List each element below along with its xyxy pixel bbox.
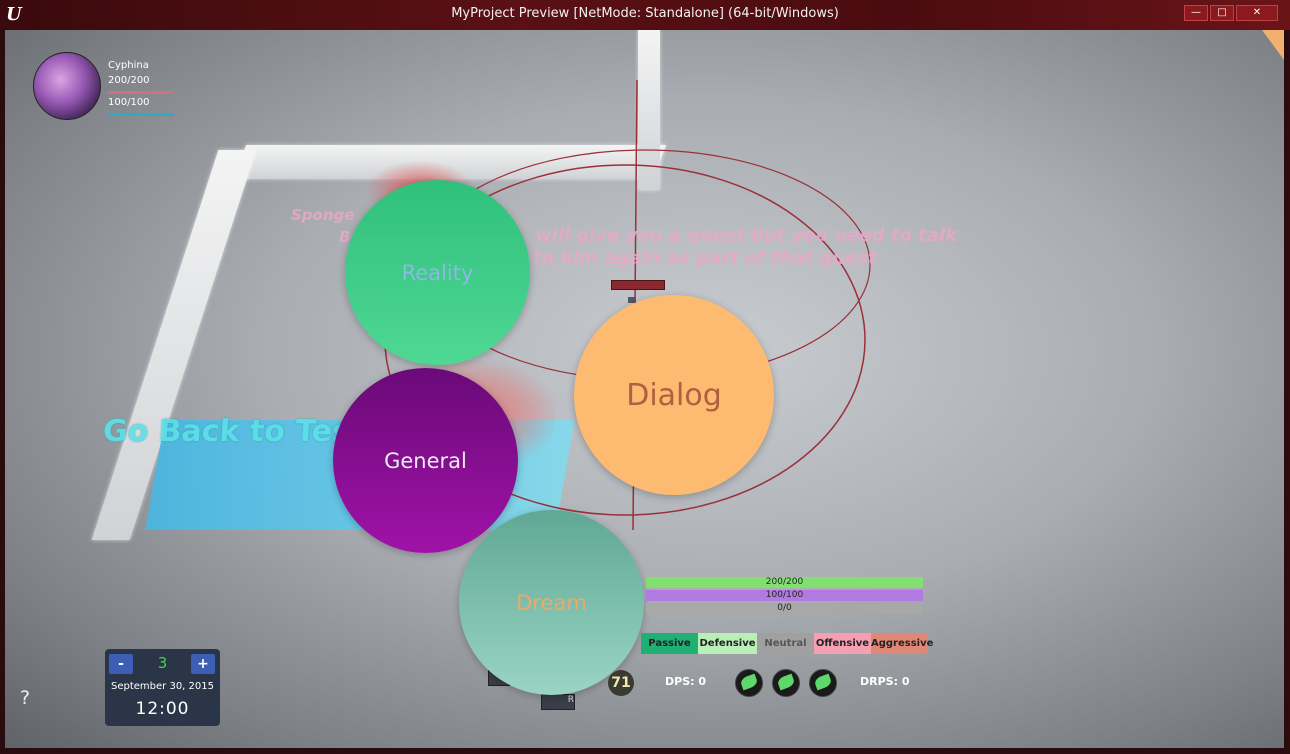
go-back-sign: Go Back to Tes — [101, 414, 352, 449]
calendar-widget: 3 - + September 30, 2015 12:00 — [105, 649, 220, 726]
sign-text-1: Sponge — [291, 206, 355, 224]
window-controls: — □ ✕ — [1184, 5, 1278, 21]
stance-aggressive-button[interactable]: Aggressive — [871, 633, 933, 654]
xp-bar: 0/0 — [646, 603, 923, 614]
leaf-buff-icon[interactable] — [809, 669, 837, 697]
dream-label: Dream — [516, 590, 587, 615]
corner-marker — [1262, 30, 1284, 60]
drps-readout: DRPS: 0 — [860, 675, 910, 688]
npc-health-bar — [611, 280, 665, 290]
day-increment-button[interactable]: + — [191, 654, 215, 674]
leaf-buff-icon[interactable] — [772, 669, 800, 697]
level-badge: 71 — [608, 670, 634, 696]
player-avatar[interactable] — [33, 52, 101, 120]
dialog-label: Dialog — [626, 377, 722, 413]
skill-slot-r[interactable]: R — [541, 694, 575, 710]
day-decrement-button[interactable]: - — [109, 654, 133, 674]
general-menu-button[interactable]: General — [333, 368, 518, 553]
player-mp-text: 100/100 — [108, 97, 150, 108]
stance-defensive-button[interactable]: Defensive — [698, 633, 757, 654]
quest-hint-line1: will give you a quest but you need to ta… — [535, 225, 958, 246]
stance-neutral-button[interactable]: Neutral — [757, 633, 814, 654]
reality-label: Reality — [401, 260, 474, 285]
player-hp-bar — [108, 91, 174, 94]
minimize-button[interactable]: — — [1184, 5, 1208, 21]
help-button[interactable]: ? — [20, 687, 30, 709]
clock-time: 12:00 — [135, 699, 190, 719]
quest-hint-line2: to him again as part of that quest — [533, 248, 877, 269]
wall-pillar — [638, 30, 660, 190]
stance-selector: Passive Defensive Neutral Offensive Aggr… — [641, 633, 933, 654]
skill-key-label: R — [567, 695, 574, 705]
player-name: Cyphina — [108, 60, 149, 71]
maximize-button[interactable]: □ — [1210, 5, 1234, 21]
reality-menu-button[interactable]: Reality — [345, 180, 530, 365]
general-label: General — [384, 448, 467, 473]
window-title: MyProject Preview [NetMode: Standalone] … — [451, 6, 839, 21]
player-hp-text: 200/200 — [108, 75, 150, 86]
player-mp-bar — [108, 113, 174, 116]
game-viewport[interactable]: Sponge B will give you a quest but you n… — [5, 30, 1284, 748]
stance-offensive-button[interactable]: Offensive — [814, 633, 871, 654]
dps-readout: DPS: 0 — [665, 675, 706, 688]
window-titlebar: U MyProject Preview [NetMode: Standalone… — [0, 0, 1290, 30]
dream-menu-button[interactable]: Dream — [459, 510, 644, 695]
leaf-buff-icon[interactable] — [735, 669, 763, 697]
calendar-date: September 30, 2015 — [111, 681, 214, 692]
hp-bar: 200/200 — [646, 577, 923, 588]
mp-bar: 100/100 — [646, 590, 923, 601]
close-button[interactable]: ✕ — [1236, 5, 1278, 21]
dialog-menu-button[interactable]: Dialog — [574, 295, 774, 495]
stance-passive-button[interactable]: Passive — [641, 633, 698, 654]
